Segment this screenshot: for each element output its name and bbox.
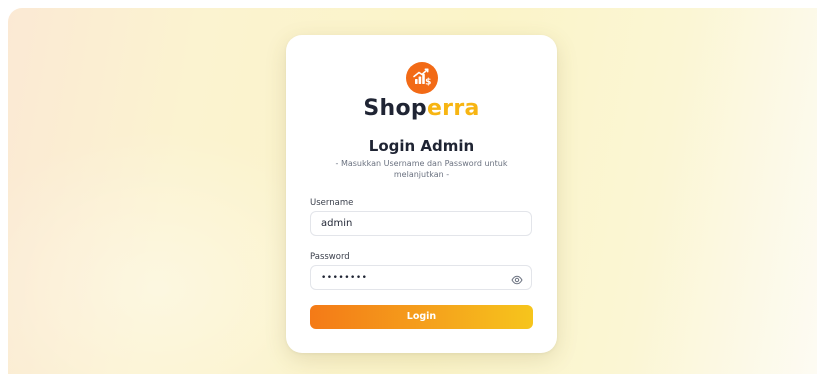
password-input[interactable]: •••••••• [310, 265, 532, 290]
page-subtitle: - Masukkan Username dan Password untuk m… [335, 159, 508, 179]
password-value: •••••••• [321, 273, 368, 283]
eye-icon[interactable] [511, 272, 523, 285]
login-button[interactable]: Login [310, 305, 533, 329]
password-label: Password [310, 252, 350, 262]
svg-text:$: $ [425, 78, 431, 88]
chart-dollar-icon: $ [406, 62, 438, 94]
page-title: Login Admin [368, 137, 475, 155]
username-label: Username [310, 198, 354, 208]
brand-name-part2: erra [426, 96, 480, 121]
username-input[interactable]: admin [310, 211, 532, 236]
brand-name-part1: Shop [363, 96, 427, 121]
brand-name: Shoperra [286, 94, 557, 124]
